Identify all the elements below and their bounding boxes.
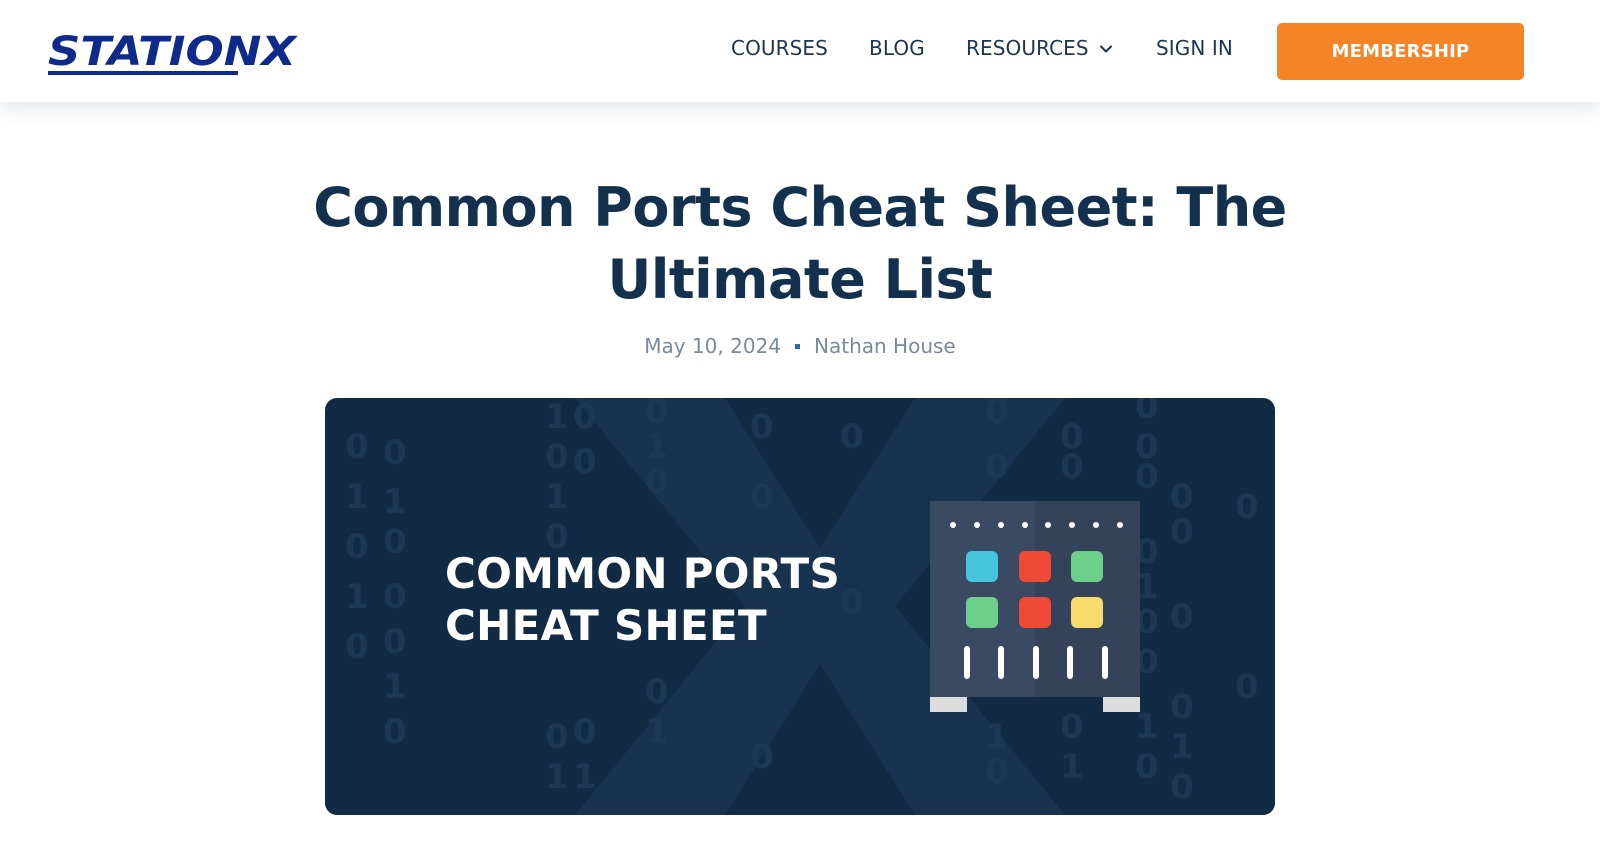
- svg-text:0: 0: [383, 433, 407, 473]
- site-header: STATIONX COURSES BLOG RESOURCES SIGN IN …: [0, 0, 1600, 102]
- logo-text: STATIONX: [48, 29, 298, 75]
- svg-text:0: 0: [545, 717, 569, 757]
- membership-button[interactable]: MEMBERSHIP: [1277, 23, 1524, 80]
- svg-text:0: 0: [345, 427, 369, 467]
- svg-text:0: 0: [645, 462, 669, 502]
- stationx-logo[interactable]: STATIONX: [48, 27, 300, 77]
- svg-text:0: 0: [573, 712, 597, 752]
- svg-text:0: 0: [1060, 707, 1084, 747]
- hero-image: 0011 0010 0010 1000 1000 11 0100 1000 00…: [325, 398, 1275, 815]
- svg-text:0: 0: [1135, 457, 1159, 497]
- svg-text:0: 0: [383, 712, 407, 752]
- svg-text:1: 1: [545, 757, 569, 797]
- svg-text:0: 0: [1170, 767, 1194, 807]
- svg-text:0: 0: [573, 398, 597, 437]
- svg-text:0: 0: [1170, 597, 1194, 637]
- svg-text:1: 1: [573, 757, 597, 797]
- article-meta: May 10, 2024 Nathan House: [500, 334, 1100, 358]
- svg-text:1: 1: [345, 577, 369, 617]
- svg-text:0: 0: [1170, 477, 1194, 517]
- nav-blog[interactable]: BLOG: [869, 36, 925, 60]
- svg-text:0: 0: [1170, 512, 1194, 552]
- hero-title: COMMON PORTS CHEAT SHEET: [445, 548, 840, 652]
- svg-text:0: 0: [1135, 747, 1159, 787]
- svg-text:1: 1: [645, 427, 669, 467]
- svg-text:0: 0: [750, 477, 774, 517]
- svg-text:0: 0: [1135, 398, 1159, 427]
- svg-text:0: 0: [985, 447, 1009, 487]
- svg-text:0: 0: [840, 417, 864, 457]
- publish-date: May 10, 2024: [644, 334, 782, 358]
- svg-text:0: 0: [345, 527, 369, 567]
- svg-text:0: 0: [985, 398, 1009, 432]
- svg-text:0: 0: [383, 577, 407, 617]
- svg-text:0: 0: [1235, 667, 1259, 707]
- svg-text:0: 0: [645, 672, 669, 712]
- svg-text:1: 1: [1135, 707, 1159, 747]
- svg-text:0: 0: [573, 442, 597, 482]
- svg-text:1: 1: [985, 717, 1009, 757]
- author-link[interactable]: Nathan House: [814, 334, 956, 358]
- svg-text:1: 1: [1060, 747, 1084, 787]
- svg-text:0: 0: [1170, 687, 1194, 727]
- svg-text:1: 1: [545, 398, 569, 437]
- svg-text:1: 1: [383, 667, 407, 707]
- nav-resources-label: RESOURCES: [966, 36, 1089, 60]
- hero-title-line1-text: COMMON PORTS: [445, 549, 841, 598]
- svg-text:0: 0: [985, 752, 1009, 792]
- svg-text:0: 0: [840, 582, 864, 622]
- meta-separator: [795, 343, 801, 349]
- hero-title-line1: COMMON PORTS: [445, 548, 840, 600]
- svg-text:0: 0: [383, 622, 407, 662]
- svg-text:0: 0: [750, 407, 774, 447]
- svg-text:0: 0: [345, 627, 369, 667]
- svg-text:1: 1: [1170, 727, 1194, 767]
- chevron-down-icon: [1099, 45, 1112, 53]
- svg-text:0: 0: [545, 437, 569, 477]
- nav-courses[interactable]: COURSES: [731, 36, 828, 60]
- svg-text:1: 1: [645, 712, 669, 752]
- svg-text:1: 1: [345, 477, 369, 517]
- network-switch-icon: [930, 501, 1140, 712]
- nav-sign-in[interactable]: SIGN IN: [1156, 36, 1233, 60]
- svg-text:0: 0: [1235, 487, 1259, 527]
- svg-text:1: 1: [545, 477, 569, 517]
- article-title: Common Ports Cheat Sheet: The Ultimate L…: [313, 176, 1287, 311]
- svg-text:0: 0: [750, 737, 774, 777]
- svg-text:0: 0: [1060, 447, 1084, 487]
- svg-text:1: 1: [383, 482, 407, 522]
- nav-resources[interactable]: RESOURCES: [966, 36, 1113, 60]
- logo-underline: [48, 71, 238, 75]
- svg-text:0: 0: [383, 522, 407, 562]
- hero-title-line2: CHEAT SHEET: [445, 601, 767, 650]
